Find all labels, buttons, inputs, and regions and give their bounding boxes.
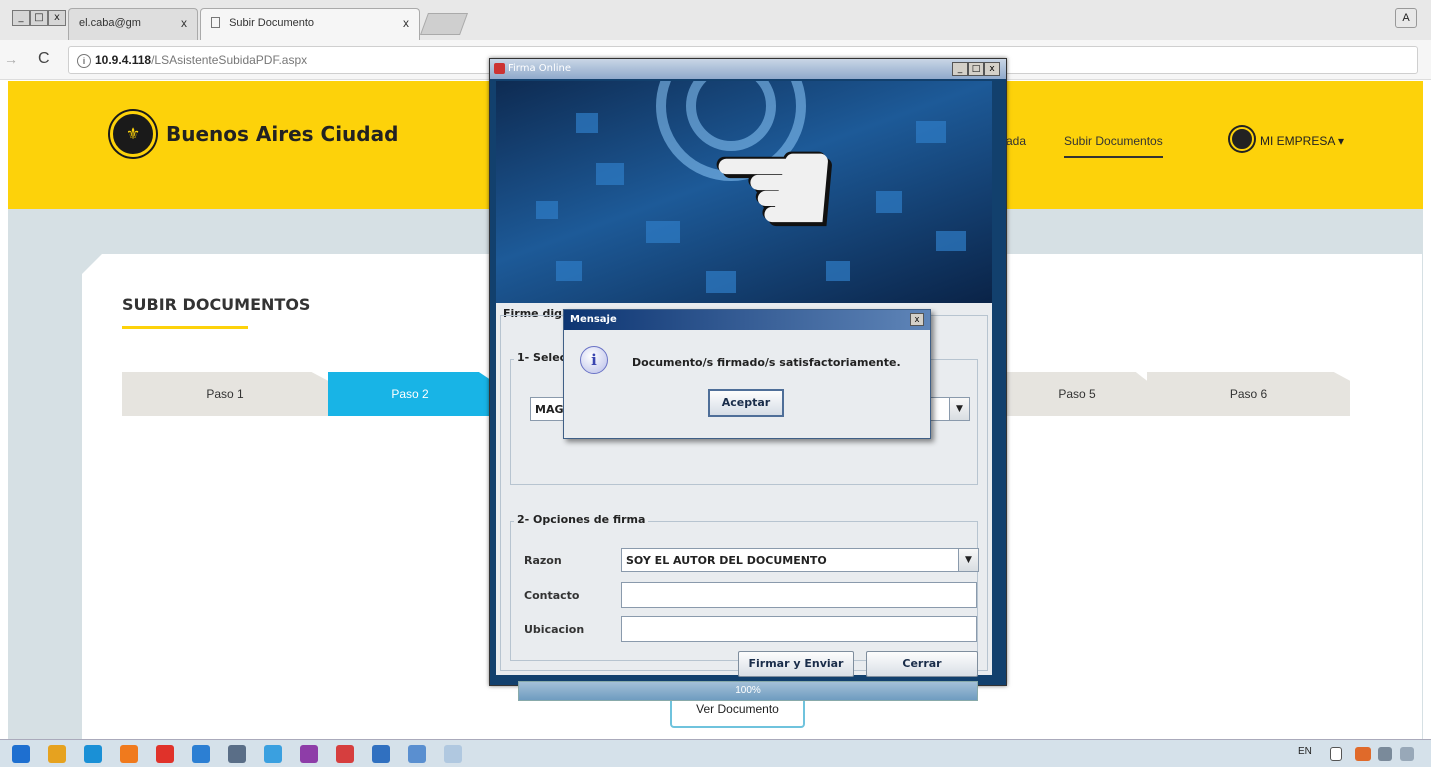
taskbar-app-icon[interactable]: [156, 745, 174, 763]
taskbar-app-icon[interactable]: [408, 745, 426, 763]
nav-item-ada[interactable]: ada: [1006, 134, 1026, 148]
dialog-title: Mensaje: [570, 314, 617, 325]
step-paso-6[interactable]: Paso 6: [1147, 372, 1350, 416]
taskbar-app-icon[interactable]: [120, 745, 138, 763]
site-info-icon[interactable]: i: [77, 54, 91, 68]
taskbar-app-icon[interactable]: [336, 745, 354, 763]
tab-close-icon[interactable]: x: [181, 16, 187, 30]
network-icon[interactable]: [1378, 747, 1392, 761]
chevron-down-icon[interactable]: ▼: [949, 398, 969, 420]
taskbar-app-icon[interactable]: [12, 745, 30, 763]
ubicacion-label: Ubicacion: [524, 623, 585, 636]
close-button[interactable]: Cerrar: [866, 651, 978, 677]
taskbar-app-icon[interactable]: [192, 745, 210, 763]
message-dialog: Mensaje x i Documento/s firmado/s satisf…: [563, 309, 931, 439]
tab-label: el.caba@gm: [79, 17, 141, 29]
language-indicator[interactable]: EN: [1298, 746, 1312, 757]
razon-value: SOY EL AUTOR DEL DOCUMENTO: [626, 554, 827, 567]
page-icon: [211, 17, 220, 28]
close-window-button[interactable]: x: [984, 62, 1000, 76]
url-host: 10.9.4.118: [95, 53, 152, 67]
taskbar-app-icon[interactable]: [264, 745, 282, 763]
keyboard-icon[interactable]: [1330, 747, 1342, 761]
user-avatar-icon[interactable]: [1230, 127, 1254, 151]
taskbar-app-icon[interactable]: [84, 745, 102, 763]
minimize-button[interactable]: _: [952, 62, 968, 76]
tab-close-icon[interactable]: x: [403, 16, 409, 30]
window-controls: _ □ x: [12, 10, 66, 26]
hand-cursor-icon: ☚: [706, 101, 841, 275]
page-title: SUBIR DOCUMENTOS: [122, 295, 311, 314]
certificate-value: MAG: [535, 403, 564, 416]
accept-button[interactable]: Aceptar: [708, 389, 784, 417]
taskbar-app-icon[interactable]: [48, 745, 66, 763]
forward-icon[interactable]: →: [4, 51, 18, 67]
windows-taskbar: EN: [0, 739, 1431, 767]
dialog-titlebar[interactable]: Mensaje: [564, 310, 930, 330]
maximize-button[interactable]: □: [968, 62, 984, 76]
reload-icon[interactable]: C: [38, 50, 50, 68]
window-title: Firma Online: [508, 63, 572, 74]
tab-gmail[interactable]: el.caba@gm x: [68, 8, 198, 40]
url-path: /LSAsistenteSubidaPDF.aspx: [151, 53, 308, 67]
new-tab-button[interactable]: [419, 13, 469, 35]
browser-tab-strip: _ □ x el.caba@gm x Subir Documento x A: [0, 0, 1431, 40]
progress-fill: 100%: [519, 682, 977, 700]
chevron-down-icon[interactable]: ▼: [958, 549, 978, 571]
contacto-field[interactable]: [621, 582, 977, 608]
close-window-button[interactable]: x: [48, 10, 66, 26]
minimize-button[interactable]: _: [12, 10, 30, 26]
contacto-label: Contacto: [524, 589, 580, 602]
section2-label: 2- Opciones de firma: [514, 513, 649, 526]
volume-icon[interactable]: [1400, 747, 1414, 761]
info-icon: i: [580, 346, 608, 374]
tab-label: Subir Documento: [229, 17, 315, 29]
site-logo[interactable]: ⚜ Buenos Aires Ciudad: [110, 111, 398, 157]
taskbar-app-icon[interactable]: [228, 745, 246, 763]
step-paso-1[interactable]: Paso 1: [122, 372, 328, 416]
taskbar-app-icon[interactable]: [444, 745, 462, 763]
window-titlebar[interactable]: Firma Online _ □ x: [490, 59, 1006, 79]
close-icon[interactable]: x: [910, 313, 924, 326]
window-controls: _ □ x: [952, 62, 1000, 76]
account-icon[interactable]: A: [1395, 8, 1417, 28]
maximize-button[interactable]: □: [30, 10, 48, 26]
sign-and-send-button[interactable]: Firmar y Enviar: [738, 651, 854, 677]
razon-select[interactable]: SOY EL AUTOR DEL DOCUMENTO ▼: [621, 548, 979, 572]
title-underline: [122, 326, 248, 329]
tab-subir-documento[interactable]: Subir Documento x: [200, 8, 420, 40]
notification-icon[interactable]: [1355, 747, 1371, 761]
click-banner-image: ☚: [496, 81, 992, 303]
dialog-message: Documento/s firmado/s satisfactoriamente…: [632, 356, 901, 369]
java-icon: [494, 63, 505, 74]
logo-text: Buenos Aires Ciudad: [166, 122, 399, 146]
taskbar-app-icon[interactable]: [372, 745, 390, 763]
ubicacion-field[interactable]: [621, 616, 977, 642]
razon-label: Razon: [524, 554, 562, 567]
progress-bar: 100%: [518, 681, 978, 701]
taskbar-app-icon[interactable]: [300, 745, 318, 763]
city-seal-icon: ⚜: [110, 111, 156, 157]
step-paso-2[interactable]: Paso 2: [328, 372, 492, 416]
step-paso-5[interactable]: Paso 5: [1007, 372, 1147, 416]
nav-item-subir-documentos[interactable]: Subir Documentos: [1064, 134, 1163, 158]
user-menu[interactable]: MI EMPRESA ▾: [1260, 134, 1344, 148]
